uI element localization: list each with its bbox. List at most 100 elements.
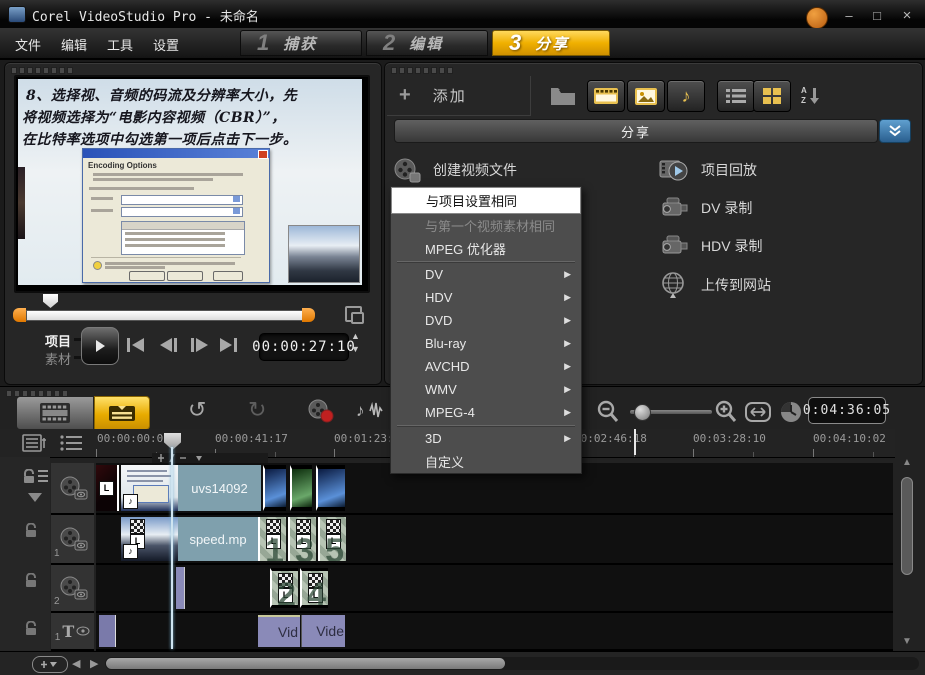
tab-capture[interactable]: 1 捕获	[240, 30, 362, 56]
menu-item-hdv[interactable]: HDV▶	[391, 286, 581, 309]
overlay-clip-body[interactable]: speed.mp	[178, 517, 258, 561]
storyboard-view-button[interactable]	[16, 396, 94, 430]
list-view-button[interactable]	[717, 80, 755, 112]
countdown-clip-3[interactable]: L 5	[318, 517, 346, 561]
track-list-icon[interactable]	[37, 469, 49, 483]
scroll-down-icon[interactable]: ▼	[902, 636, 912, 647]
filter-photo-button[interactable]	[627, 80, 665, 112]
redo-icon[interactable]: ↻	[248, 397, 266, 423]
menu-edit[interactable]: 编辑	[61, 35, 87, 54]
play-button[interactable]	[81, 327, 119, 365]
video-clip-blue-1[interactable]	[263, 465, 286, 511]
maximize-button[interactable]: □	[864, 6, 890, 24]
preview-timecode[interactable]: 00:00:27:10	[259, 333, 349, 361]
mode-clip-label[interactable]: 素材	[45, 349, 71, 368]
trim-handle-right[interactable]	[302, 308, 315, 322]
menu-item-same-as-project[interactable]: 与项目设置相同	[391, 187, 581, 214]
sound-mixer-icon[interactable]: ♪	[352, 396, 388, 426]
lock-icon[interactable]	[24, 573, 38, 588]
undo-icon[interactable]: ↺	[188, 397, 206, 423]
collapse-panel-button[interactable]	[879, 119, 911, 143]
scrubber-thumb[interactable]	[43, 294, 58, 308]
menu-file[interactable]: 文件	[15, 35, 41, 54]
scroll-up-icon[interactable]: ▲	[902, 457, 912, 468]
sort-button[interactable]: AZ	[793, 80, 827, 110]
countdown-clip-5[interactable]: L 4	[300, 568, 328, 608]
menu-item-mpeg4[interactable]: MPEG-4▶	[391, 401, 581, 424]
zoom-in-icon[interactable]	[712, 399, 740, 425]
menu-tools[interactable]: 工具	[107, 35, 133, 54]
overlay-clip-thumbnail[interactable]: L ♪	[121, 517, 178, 561]
menu-item-mpeg-optimizer[interactable]: MPEG 优化器	[391, 237, 581, 260]
countdown-clip-4[interactable]: L 2	[270, 568, 298, 608]
countdown-clip-1[interactable]: L 1	[258, 517, 286, 561]
hdv-recording-option[interactable]: HDV 录制	[659, 233, 762, 259]
timeline-view-button[interactable]	[94, 396, 150, 430]
menu-item-dvd[interactable]: DVD▶	[391, 309, 581, 332]
project-duration-icon[interactable]	[778, 399, 804, 425]
upload-to-web-option[interactable]: 上传到网站	[659, 271, 771, 299]
menu-settings[interactable]: 设置	[153, 35, 179, 54]
close-button[interactable]: ×	[894, 6, 920, 24]
prev-frame-button[interactable]	[155, 335, 181, 355]
timecode-spin-up-icon[interactable]: ▲	[351, 331, 360, 341]
timecode-spin-down-icon[interactable]: ▼	[351, 344, 360, 354]
fit-project-icon[interactable]	[744, 400, 772, 424]
video-track-header[interactable]	[51, 463, 94, 515]
lock-icon[interactable]	[22, 469, 36, 484]
title-clip-small[interactable]	[99, 615, 116, 647]
create-video-file-option[interactable]: 创建视频文件	[393, 157, 517, 183]
record-capture-icon[interactable]	[302, 396, 338, 426]
menu-item-bluray[interactable]: Blu-ray▶	[391, 332, 581, 355]
title-clip-1[interactable]: Vid	[258, 615, 300, 647]
lock-icon[interactable]	[24, 523, 38, 538]
tab-share[interactable]: 3 分享	[492, 30, 610, 56]
ripple-edit-controls[interactable]	[152, 453, 268, 463]
scroll-right-icon[interactable]: ▶	[90, 657, 98, 670]
title-track-header[interactable]: 1 T	[51, 613, 94, 651]
video-clip-body[interactable]: uvs14092	[178, 465, 261, 511]
track-manager-icon[interactable]	[20, 433, 50, 453]
menu-item-custom[interactable]: 自定义	[391, 450, 581, 473]
video-clip-green[interactable]	[290, 465, 312, 511]
project-playback-option[interactable]: 项目回放	[659, 157, 757, 183]
scrubber-track[interactable]	[26, 310, 304, 321]
add-button[interactable]: + 添加	[387, 76, 531, 116]
filter-audio-button[interactable]: ♪	[667, 80, 705, 112]
add-track-button[interactable]	[32, 656, 68, 673]
open-folder-icon[interactable]	[545, 81, 581, 111]
chapter-point-icon[interactable]	[56, 433, 86, 453]
corel-logo-button[interactable]	[806, 7, 828, 29]
overlay-track-2[interactable]	[96, 565, 893, 613]
filter-video-button[interactable]	[587, 80, 625, 112]
mode-project-label[interactable]: 项目	[45, 331, 71, 350]
go-end-button[interactable]	[215, 335, 241, 355]
video-clip-intro[interactable]: L	[96, 465, 119, 511]
minimize-button[interactable]: –	[836, 6, 862, 24]
menu-item-avchd[interactable]: AVCHD▶	[391, 355, 581, 378]
title-track[interactable]	[96, 613, 893, 651]
menu-item-dv[interactable]: DV▶	[391, 263, 581, 286]
scroll-left-icon[interactable]: ◀	[72, 657, 80, 670]
dv-recording-option[interactable]: DV 录制	[659, 195, 752, 221]
cue-marker[interactable]	[634, 429, 636, 455]
countdown-clip-2[interactable]: L 3	[288, 517, 316, 561]
lock-icon[interactable]	[24, 621, 38, 636]
title-clip-2[interactable]: Vide	[301, 615, 345, 647]
go-start-button[interactable]	[123, 335, 149, 355]
tab-edit[interactable]: 2 编辑	[366, 30, 488, 56]
video-clip-thumbnail[interactable]: ♪	[121, 465, 178, 511]
thumbnail-view-button[interactable]	[753, 80, 791, 112]
tracks-vertical-scrollbar[interactable]: ▲ ▼	[896, 457, 918, 651]
overlay2-small-clip[interactable]	[176, 567, 185, 609]
trim-handle-left[interactable]	[13, 308, 26, 322]
overlay-track-1-header[interactable]: 1	[51, 515, 94, 565]
next-frame-button[interactable]	[187, 335, 213, 355]
playhead-line[interactable]	[171, 447, 173, 649]
horizontal-scroll-thumb[interactable]	[106, 658, 505, 669]
vertical-scroll-thumb[interactable]	[901, 477, 913, 575]
collapse-tracks-icon[interactable]	[28, 493, 42, 502]
menu-item-3d[interactable]: 3D▶	[391, 427, 581, 450]
video-clip-blue-2[interactable]	[316, 465, 345, 511]
zoom-out-icon[interactable]	[594, 399, 622, 425]
